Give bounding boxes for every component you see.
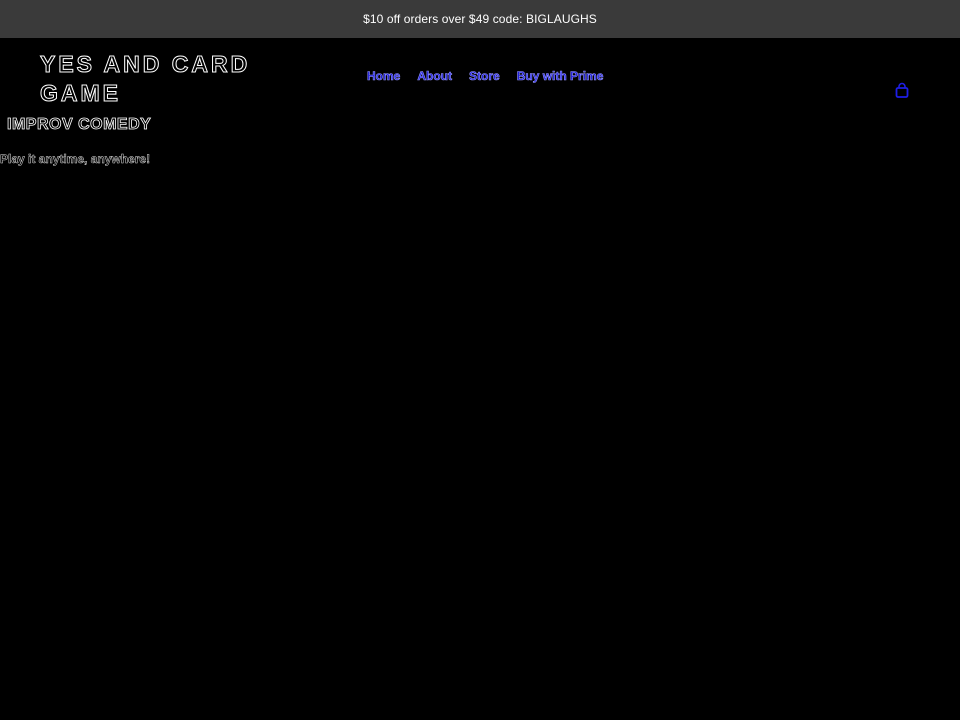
announcement-text: $10 off orders over $49 code: BIGLAUGHS <box>363 12 597 26</box>
hero-subtitle: Play it anytime, anywhere! <box>0 152 151 167</box>
shopping-bag-icon <box>894 82 910 98</box>
hero-tagline: IMPROV COMEDY <box>7 116 152 134</box>
site-header: YES AND CARD GAME Home About Store Buy w… <box>0 38 960 116</box>
nav-link-buy-with-prime[interactable]: Buy with Prime <box>516 69 603 84</box>
brand-title[interactable]: YES AND CARD GAME <box>40 50 280 108</box>
nav-link-home[interactable]: Home <box>367 69 401 84</box>
announcement-bar: $10 off orders over $49 code: BIGLAUGHS <box>0 0 960 38</box>
nav-link-about[interactable]: About <box>417 69 452 84</box>
main-nav: Home About Store Buy with Prime <box>367 69 604 84</box>
cart-button[interactable] <box>892 80 912 100</box>
nav-link-store[interactable]: Store <box>469 69 500 84</box>
